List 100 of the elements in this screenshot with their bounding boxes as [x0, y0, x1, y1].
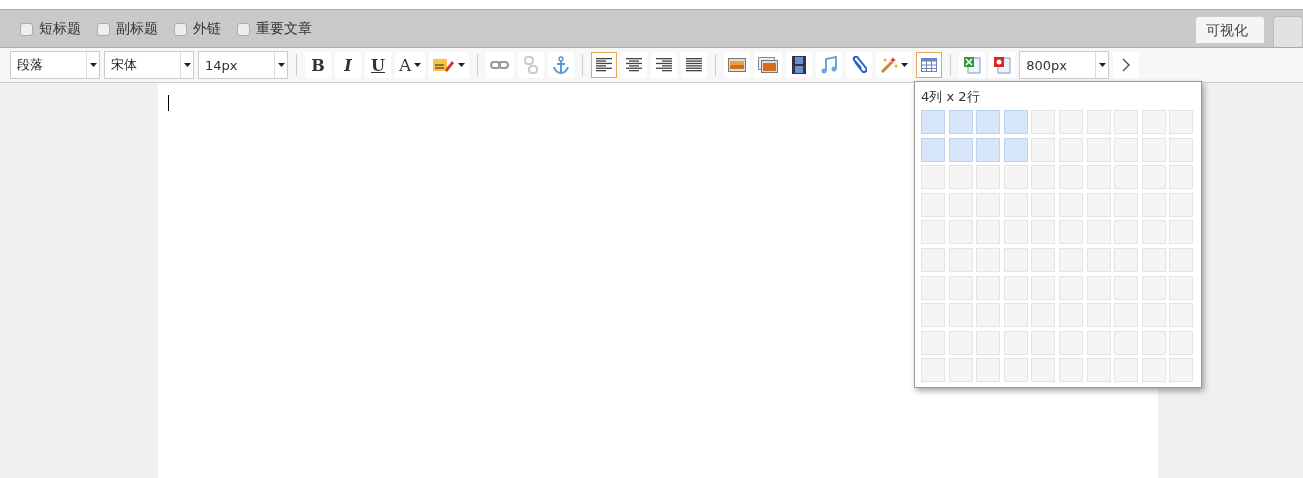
table-button[interactable] [916, 52, 943, 78]
images-button[interactable] [754, 52, 783, 78]
grid-cell[interactable] [976, 303, 1001, 328]
grid-cell[interactable] [1058, 137, 1083, 162]
grid-cell[interactable] [1086, 220, 1111, 245]
grid-cell[interactable] [948, 303, 973, 328]
grid-cell[interactable] [1114, 330, 1139, 355]
mode-tab[interactable] [1273, 16, 1303, 47]
grid-cell[interactable] [1058, 247, 1083, 272]
grid-cell[interactable] [1114, 247, 1139, 272]
grid-cell[interactable] [1169, 247, 1194, 272]
grid-cell[interactable] [1141, 220, 1166, 245]
grid-cell[interactable] [1003, 247, 1028, 272]
grid-cell[interactable] [1114, 220, 1139, 245]
grid-cell[interactable] [1169, 165, 1194, 190]
grid-cell[interactable] [1058, 110, 1083, 134]
grid-cell[interactable] [1086, 137, 1111, 162]
grid-cell[interactable] [1086, 192, 1111, 217]
grid-cell[interactable] [1003, 110, 1028, 134]
grid-cell[interactable] [1169, 358, 1194, 383]
grid-cell[interactable] [976, 165, 1001, 190]
grid-cell[interactable] [976, 192, 1001, 217]
grid-cell[interactable] [1141, 137, 1166, 162]
grid-cell[interactable] [1141, 275, 1166, 300]
option-checkbox[interactable]: 重要文章 [237, 20, 312, 38]
grid-cell[interactable] [1086, 303, 1111, 328]
grid-cell[interactable] [948, 358, 973, 383]
grid-cell[interactable] [976, 220, 1001, 245]
grid-cell[interactable] [976, 110, 1001, 134]
grid-cell[interactable] [921, 247, 945, 272]
grid-cell[interactable] [1031, 275, 1056, 300]
pdf-button[interactable] [989, 52, 1016, 78]
grid-cell[interactable] [948, 110, 973, 134]
grid-cell[interactable] [1141, 192, 1166, 217]
checkbox[interactable] [97, 22, 110, 36]
grid-cell[interactable] [948, 275, 973, 300]
grid-cell[interactable] [921, 110, 945, 134]
grid-cell[interactable] [948, 220, 973, 245]
grid-cell[interactable] [1169, 192, 1194, 217]
grid-cell[interactable] [1086, 275, 1111, 300]
underline-button[interactable]: U [365, 52, 391, 78]
grid-cell[interactable] [921, 275, 945, 300]
option-checkbox[interactable]: 短标题 [20, 20, 81, 38]
grid-cell[interactable] [1086, 358, 1111, 383]
grid-cell[interactable] [976, 330, 1001, 355]
grid-cell[interactable] [1114, 275, 1139, 300]
grid-cell[interactable] [948, 247, 973, 272]
checkbox[interactable] [174, 22, 187, 36]
grid-cell[interactable] [1003, 220, 1028, 245]
grid-cell[interactable] [1003, 192, 1028, 217]
grid-cell[interactable] [1169, 220, 1194, 245]
grid-cell[interactable] [1031, 330, 1056, 355]
checkbox[interactable] [20, 22, 33, 36]
highlight-button[interactable] [429, 52, 470, 78]
option-checkbox[interactable]: 外链 [174, 20, 221, 38]
grid-cell[interactable] [1114, 165, 1139, 190]
grid-cell[interactable] [948, 192, 973, 217]
grid-cell[interactable] [948, 165, 973, 190]
italic-button[interactable]: I [335, 52, 361, 78]
grid-cell[interactable] [1114, 137, 1139, 162]
grid-cell[interactable] [1114, 303, 1139, 328]
grid-cell[interactable] [948, 330, 973, 355]
grid-cell[interactable] [1003, 165, 1028, 190]
grid-cell[interactable] [921, 358, 945, 383]
grid-cell[interactable] [1141, 303, 1166, 328]
width-select[interactable]: 800px [1019, 51, 1110, 79]
grid-cell[interactable] [1141, 358, 1166, 383]
grid-cell[interactable] [1058, 275, 1083, 300]
grid-cell[interactable] [976, 358, 1001, 383]
font-color-button[interactable]: A [395, 52, 426, 78]
align-left-button[interactable] [591, 52, 618, 78]
attachment-button[interactable] [846, 52, 873, 78]
grid-cell[interactable] [1141, 247, 1166, 272]
grid-cell[interactable] [1169, 275, 1194, 300]
grid-cell[interactable] [1003, 358, 1028, 383]
option-checkbox[interactable]: 副标题 [97, 20, 158, 38]
grid-cell[interactable] [976, 137, 1001, 162]
grid-cell[interactable] [1141, 165, 1166, 190]
grid-cell[interactable] [1169, 303, 1194, 328]
grid-cell[interactable] [1086, 165, 1111, 190]
grid-cell[interactable] [1086, 110, 1111, 134]
grid-cell[interactable] [1114, 192, 1139, 217]
grid-cell[interactable] [1003, 303, 1028, 328]
grid-cell[interactable] [1003, 330, 1028, 355]
grid-cell[interactable] [1003, 137, 1028, 162]
grid-cell[interactable] [1058, 220, 1083, 245]
grid-cell[interactable] [1058, 303, 1083, 328]
grid-cell[interactable] [1114, 358, 1139, 383]
checkbox[interactable] [237, 22, 250, 36]
paragraph-select[interactable]: 段落 [10, 51, 100, 79]
align-right-button[interactable] [651, 52, 678, 78]
grid-cell[interactable] [1141, 110, 1166, 134]
image-button[interactable] [724, 52, 751, 78]
grid-cell[interactable] [1031, 247, 1056, 272]
grid-cell[interactable] [1058, 330, 1083, 355]
grid-cell[interactable] [1169, 330, 1194, 355]
link-button[interactable] [486, 52, 515, 78]
grid-cell[interactable] [921, 192, 945, 217]
excel-button[interactable] [959, 52, 986, 78]
grid-cell[interactable] [1031, 192, 1056, 217]
